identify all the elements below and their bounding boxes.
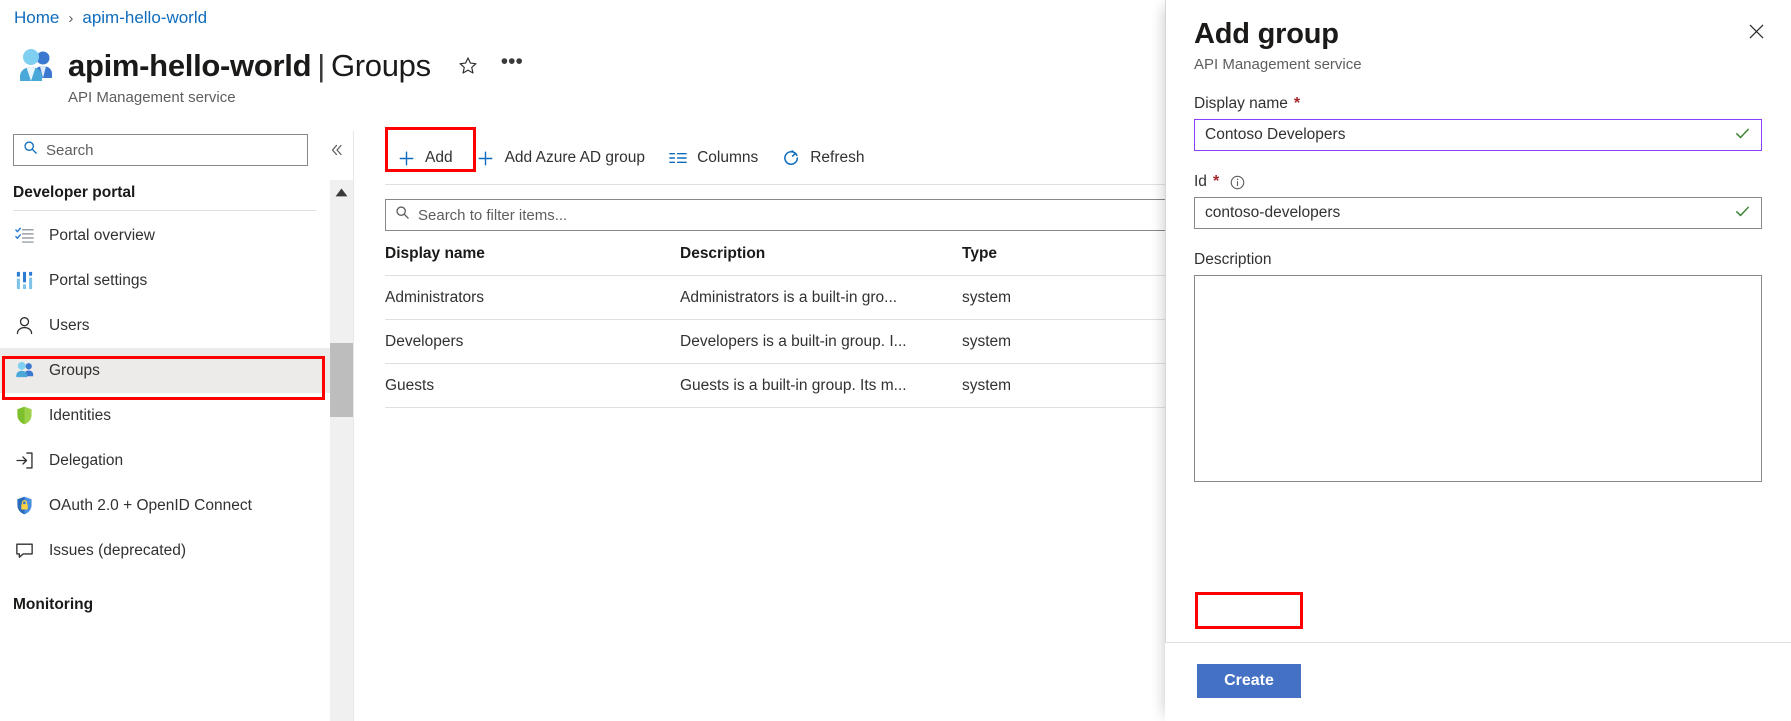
sidebar-item-groups[interactable]: Groups [0,348,330,393]
display-name-label-text: Display name [1194,95,1288,113]
columns-button-label: Columns [697,149,758,167]
shield-icon [13,405,35,427]
description-label-text: Description [1194,251,1272,269]
checklist-icon [13,225,35,247]
page-subtitle: API Management service [68,89,525,106]
triangle-up-icon[interactable] [330,180,353,204]
breadcrumb-separator: › [68,10,73,27]
sidebar-item-label: OAuth 2.0 + OpenID Connect [49,497,252,515]
required-marker: * [1294,96,1300,112]
columns-icon [669,149,687,167]
sidebar-item-label: Identities [49,407,111,425]
id-label: Id * [1194,173,1762,191]
column-header-display-name[interactable]: Display name [385,231,680,276]
breadcrumb-home-link[interactable]: Home [14,8,59,28]
ellipsis-icon[interactable]: ••• [499,53,525,79]
description-textarea[interactable] [1194,275,1762,482]
sidebar-item-label: Portal settings [49,272,147,290]
refresh-button[interactable]: Refresh [770,141,876,175]
cell-description: Administrators is a built-in gro... [680,276,962,320]
cell-display-name[interactable]: Guests [385,364,680,408]
sidebar-item-label: Portal overview [49,227,155,245]
page-header: apim-hello-world|Groups ••• API Manageme… [14,44,525,106]
sidebar-search-placeholder: Search [46,142,94,159]
create-button[interactable]: Create [1197,664,1301,698]
panel-footer: Create [1165,642,1791,721]
display-name-value: Contoso Developers [1205,126,1734,144]
cell-display-name[interactable]: Developers [385,320,680,364]
description-field: Description [1194,251,1762,482]
sidebar-item-label: Delegation [49,452,123,470]
api-management-users-icon [14,44,58,88]
cell-description: Developers is a built-in group. I... [680,320,962,364]
sidebar-item-oauth-openid-connect[interactable]: OAuth 2.0 + OpenID Connect [0,483,330,528]
add-group-panel: Add group API Management service Display… [1165,0,1791,721]
sidebar-item-delegation[interactable]: Delegation [0,438,330,483]
sign-in-arrow-icon [13,450,35,472]
id-value: contoso-developers [1205,204,1734,222]
filter-input-placeholder: Search to filter items... [418,207,567,224]
display-name-label: Display name * [1194,95,1762,113]
id-label-text: Id [1194,173,1207,191]
sidebar-item-portal-overview[interactable]: Portal overview [0,213,330,258]
chevron-double-left-icon[interactable] [325,139,349,161]
checkmark-icon [1734,125,1751,145]
sidebar-divider [13,210,316,211]
sidebar: Search Developer portal Portal ove [0,131,330,721]
breadcrumb-resource-link[interactable]: apim-hello-world [82,8,207,28]
shield-lock-icon [13,495,35,517]
sidebar-item-label: Groups [49,362,100,380]
add-button-label: Add [425,149,453,167]
add-azure-ad-group-button[interactable]: Add Azure AD group [465,141,657,175]
refresh-button-label: Refresh [810,149,864,167]
search-icon [395,205,410,225]
sidebar-item-label: Issues (deprecated) [49,542,186,560]
description-label: Description [1194,251,1762,269]
page-title-resource: apim-hello-world [68,48,311,83]
checkmark-icon [1734,203,1751,223]
panel-subtitle: API Management service [1194,56,1762,73]
page-title-section: Groups [331,48,431,83]
sidebar-scrollbar[interactable] [330,180,353,721]
sidebar-item-identities[interactable]: Identities [0,393,330,438]
speech-bubble-icon [13,540,35,562]
cell-description: Guests is a built-in group. Its m... [680,364,962,408]
id-field: Id * contoso-developers [1194,173,1762,229]
breadcrumb: Home › apim-hello-world [14,8,207,28]
star-outline-icon[interactable] [455,53,481,79]
close-icon[interactable] [1741,16,1771,46]
refresh-icon [782,149,800,167]
display-name-input[interactable]: Contoso Developers [1194,119,1762,151]
cell-display-name[interactable]: Administrators [385,276,680,320]
sidebar-section-monitoring: Monitoring [0,591,330,619]
add-azure-ad-group-label: Add Azure AD group [505,149,645,167]
panel-title: Add group [1194,18,1762,51]
search-icon [23,140,38,160]
sidebar-item-portal-settings[interactable]: Portal settings [0,258,330,303]
page-title: apim-hello-world|Groups [68,48,431,84]
display-name-field: Display name * Contoso Developers [1194,95,1762,151]
info-circle-icon[interactable] [1229,174,1246,191]
sidebar-scrollbar-thumb[interactable] [330,343,353,417]
plus-icon [397,149,415,167]
sliders-icon [13,270,35,292]
columns-button[interactable]: Columns [657,141,770,175]
add-button[interactable]: Add [385,141,465,175]
page-title-separator: | [317,48,325,83]
people-icon [13,360,35,382]
person-icon [13,315,35,337]
plus-icon [477,149,495,167]
sidebar-item-users[interactable]: Users [0,303,330,348]
sidebar-search[interactable]: Search [13,134,308,166]
sidebar-item-label: Users [49,317,89,335]
sidebar-section-developer-portal: Developer portal [0,179,330,207]
column-header-description[interactable]: Description [680,231,962,276]
required-marker: * [1213,174,1219,190]
sidebar-item-issues-deprecated[interactable]: Issues (deprecated) [0,528,330,573]
id-input[interactable]: contoso-developers [1194,197,1762,229]
